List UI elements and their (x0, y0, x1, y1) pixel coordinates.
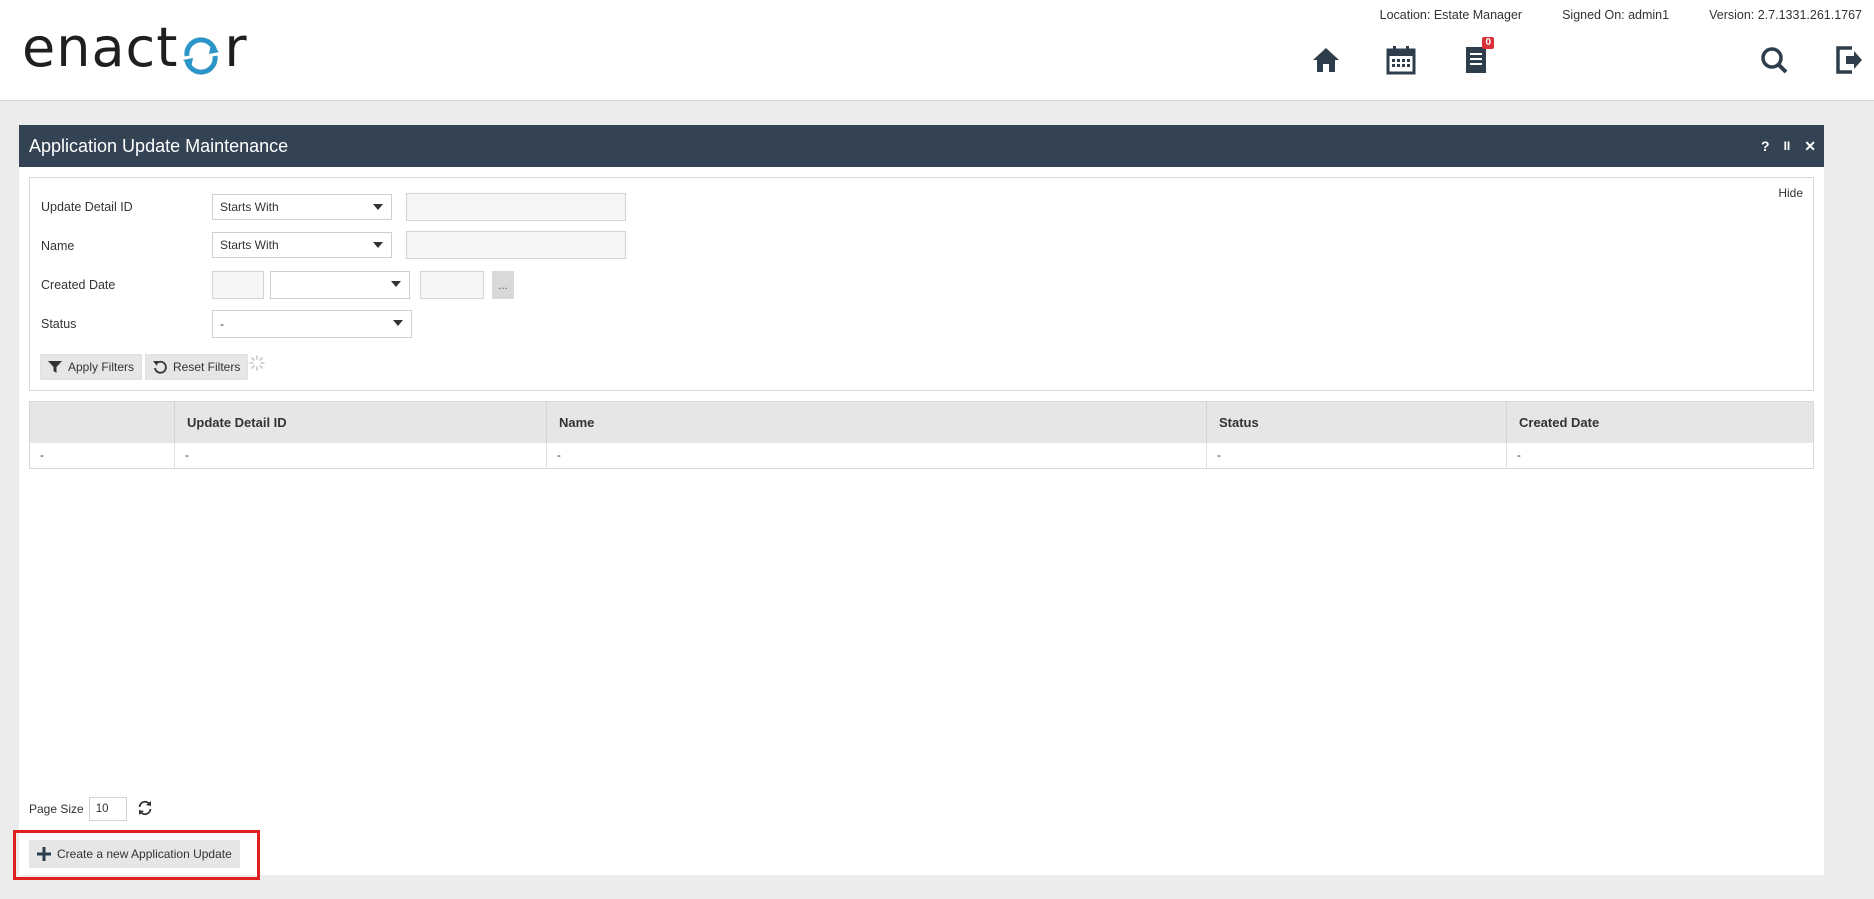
filter-panel: Hide Update Detail ID Starts With Name S… (29, 177, 1814, 391)
page-size-control: Page Size 10 (29, 797, 153, 821)
name-input[interactable] (406, 231, 626, 259)
table-row[interactable]: - - - - - (29, 442, 1814, 469)
logout-button[interactable] (1829, 40, 1869, 80)
column-header-update-detail-id[interactable]: Update Detail ID (174, 401, 547, 443)
hide-filters-link[interactable]: Hide (1778, 186, 1803, 200)
column-header-select[interactable] (29, 401, 175, 443)
refresh-button[interactable] (137, 800, 153, 819)
home-button[interactable] (1306, 40, 1346, 80)
reset-icon (153, 360, 167, 374)
update-detail-id-operator-select[interactable]: Starts With (212, 194, 392, 220)
calendar-button[interactable] (1381, 40, 1421, 80)
logo-text-end: r (224, 15, 248, 79)
panel-actions: ? II ✕ (1761, 125, 1816, 167)
home-icon (1313, 48, 1339, 72)
table-cell: - (1206, 442, 1507, 469)
table-cell: - (1506, 442, 1814, 469)
update-detail-id-input[interactable] (406, 193, 626, 221)
session-info: Location: Estate Manager Signed On: admi… (1380, 8, 1862, 22)
created-date-to-input[interactable] (420, 271, 484, 299)
table-cell: - (546, 442, 1207, 469)
filter-label: Name (41, 239, 75, 253)
page-title: Application Update Maintenance (29, 135, 289, 156)
date-picker-button[interactable]: ... (492, 271, 514, 299)
column-header-name[interactable]: Name (546, 401, 1207, 443)
filter-label: Update Detail ID (41, 200, 133, 214)
logout-icon (1836, 46, 1862, 74)
panel-header: Application Update Maintenance (19, 125, 1824, 167)
help-button[interactable]: ? (1761, 138, 1770, 154)
refresh-icon (138, 800, 152, 815)
calendar-icon (1386, 46, 1416, 75)
created-date-operator-select[interactable] (270, 271, 410, 299)
chevron-down-icon (373, 242, 383, 248)
chevron-down-icon (373, 204, 383, 210)
filter-label: Created Date (41, 278, 116, 292)
documents-button[interactable]: 0 (1456, 37, 1496, 80)
name-operator-select[interactable]: Starts With (212, 232, 392, 258)
search-button[interactable] (1754, 40, 1794, 80)
reset-filters-button[interactable]: Reset Filters (145, 354, 249, 380)
page-size-input[interactable]: 10 (88, 797, 127, 821)
apply-filters-button[interactable]: Apply Filters (40, 354, 143, 380)
logo-ring-icon (179, 28, 223, 75)
chevron-down-icon (391, 281, 401, 287)
table-header-row: Update Detail ID Name Status Created Dat… (29, 401, 1814, 443)
create-application-update-button[interactable]: Create a new Application Update (29, 840, 240, 868)
app-header: enact r Location: Estate Manager Signed … (0, 0, 1874, 101)
table-cell: - (29, 442, 175, 469)
maintenance-panel: Application Update Maintenance ? II ✕ Hi… (13, 125, 1824, 880)
pause-button[interactable]: II (1784, 139, 1791, 153)
table-cell: - (174, 442, 547, 469)
close-button[interactable]: ✕ (1804, 138, 1816, 155)
page-size-label: Page Size (29, 802, 84, 816)
column-header-status[interactable]: Status (1206, 401, 1507, 443)
filter-icon (48, 361, 62, 373)
loading-spinner-icon (249, 355, 265, 376)
logo-text: enact (22, 15, 179, 79)
enactor-logo[interactable]: enact r (22, 16, 248, 79)
location-text: Location: Estate Manager (1379, 8, 1523, 22)
signed-on-text: Signed On: admin1 (1562, 8, 1670, 22)
column-header-created-date[interactable]: Created Date (1506, 401, 1814, 443)
plus-icon (37, 847, 51, 861)
created-date-from-input[interactable] (212, 271, 264, 299)
results-table: Update Detail ID Name Status Created Dat… (29, 401, 1814, 469)
notification-badge: 0 (1482, 37, 1494, 49)
search-icon (1761, 47, 1788, 74)
document-icon (1466, 47, 1486, 73)
version-text: Version: 2.7.1331.261.1767 (1709, 8, 1862, 22)
status-select[interactable]: - (212, 310, 412, 338)
chevron-down-icon (393, 320, 403, 326)
filter-label: Status (41, 317, 77, 331)
